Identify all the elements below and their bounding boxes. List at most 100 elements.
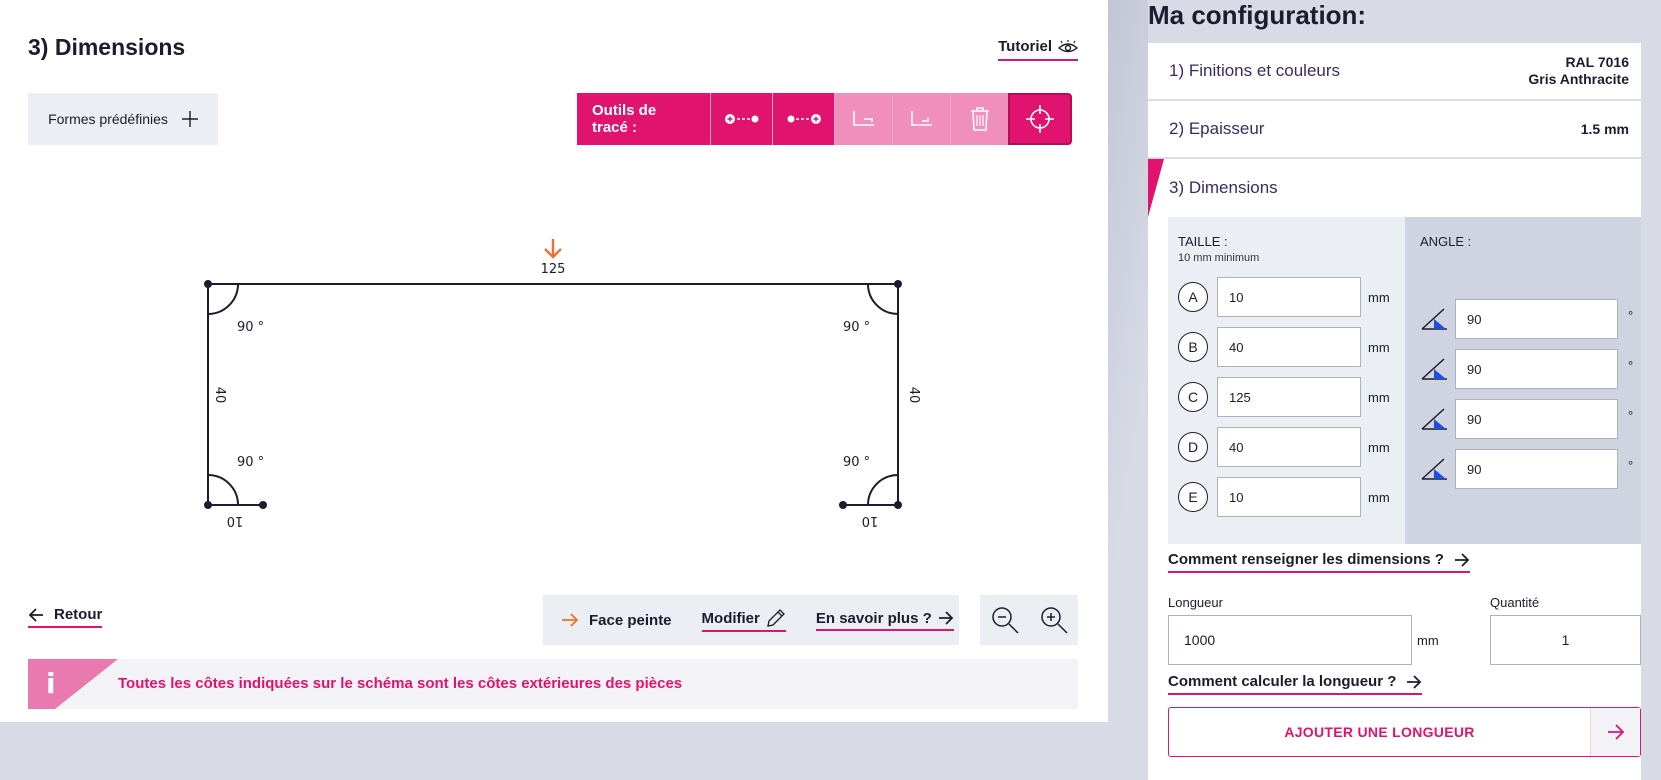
angle-arc-tl (207, 283, 239, 315)
drawing-panel: 3) Dimensions Tutoriel Formes prédéfinie… (0, 0, 1108, 722)
length-input[interactable]: 1000 (1168, 615, 1412, 665)
size-unit: mm (1368, 340, 1390, 355)
step-finishes[interactable]: 1) Finitions et couleurs RAL 7016 Gris A… (1148, 43, 1641, 100)
profile-point[interactable] (259, 501, 267, 509)
profile-line (207, 283, 899, 506)
size-input-b[interactable]: 40 (1217, 327, 1361, 367)
angle-header: ANGLE : (1420, 234, 1472, 249)
center-view-button[interactable] (1008, 93, 1072, 145)
angle-arc-br (867, 474, 899, 506)
angle-inner-icon (852, 111, 874, 126)
arrow-left-icon (28, 607, 43, 622)
configuration-panel: Ma configuration: 1) Finitions et couleu… (1148, 0, 1661, 780)
arrow-right-icon (938, 611, 954, 625)
size-input-a[interactable]: 10 (1217, 277, 1361, 317)
angle-input-3[interactable]: 90 (1455, 399, 1618, 439)
dim-label-right: 40 (906, 387, 921, 404)
angle-input-2[interactable]: 90 (1455, 349, 1618, 389)
active-step-marker (1148, 159, 1164, 217)
back-label: Retour (54, 606, 103, 623)
size-input-d[interactable]: 40 (1217, 427, 1361, 467)
zoom-in-icon[interactable] (1039, 605, 1069, 635)
size-unit: mm (1368, 440, 1390, 455)
predefined-shapes-button[interactable]: Formes prédéfinies (28, 93, 218, 145)
length-unit: mm (1417, 633, 1439, 648)
add-point-end-button[interactable] (772, 93, 834, 145)
color-name: Gris Anthracite (1528, 71, 1629, 87)
angle-icon (1421, 308, 1447, 330)
angle-outer-icon (910, 111, 932, 126)
profile-point[interactable] (204, 501, 212, 509)
step-thickness-label: 2) Epaisseur (1169, 119, 1265, 138)
angle-section: ANGLE : 90 ° 90 ° 90 ° 90 ° (1405, 217, 1641, 544)
how-dimensions-link[interactable]: Comment renseigner les dimensions ? (1168, 551, 1470, 573)
angle-icon (1421, 458, 1447, 480)
size-input-e[interactable]: 10 (1217, 477, 1361, 517)
arrow-right-orange-icon (562, 613, 579, 627)
size-section: TAILLE : 10 mm minimum A 10 mm B 40 mm C… (1168, 217, 1405, 544)
size-unit: mm (1368, 290, 1390, 305)
ral-code: RAL 7016 (1565, 54, 1629, 70)
step-thickness-value: 1.5 mm (1580, 120, 1629, 137)
size-minimum: 10 mm minimum (1178, 252, 1260, 264)
profile-point[interactable] (204, 280, 212, 288)
profile-point[interactable] (839, 501, 847, 509)
pencil-icon (767, 609, 785, 627)
configuration-title: Ma configuration: (1148, 0, 1367, 30)
add-point-end-icon (787, 114, 821, 124)
info-banner: i Toutes les côtes indiquées sur le sché… (28, 659, 1078, 709)
outer-angle-button[interactable] (892, 93, 950, 145)
profile-point[interactable] (894, 280, 902, 288)
modify-link[interactable]: Modifier (701, 608, 786, 632)
size-letter-a: A (1178, 282, 1208, 312)
profile-point[interactable] (894, 501, 902, 509)
zoom-controls (980, 595, 1078, 645)
tutorial-link[interactable]: Tutoriel (998, 38, 1078, 61)
size-unit: mm (1368, 390, 1390, 405)
add-length-button[interactable]: AJOUTER UNE LONGUEUR (1168, 707, 1641, 757)
toolbar-label: Outils de tracé : (577, 93, 710, 145)
arrow-right-pink-icon (1607, 724, 1624, 740)
inner-angle-button[interactable] (834, 93, 892, 145)
step-dimensions[interactable]: 3) Dimensions (1148, 159, 1641, 217)
size-input-c[interactable]: 125 (1217, 377, 1361, 417)
info-text: Toutes les côtes indiquées sur le schéma… (118, 675, 683, 692)
dim-label-bottom-left: 10 (227, 513, 244, 528)
step-thickness[interactable]: 2) Epaisseur 1.5 mm (1148, 101, 1641, 158)
size-unit: mm (1368, 490, 1390, 505)
delete-button[interactable] (950, 93, 1008, 145)
angle-unit: ° (1628, 308, 1634, 323)
angle-label-br: 90 ° (843, 455, 870, 470)
plus-icon (181, 111, 198, 127)
size-letter-d: D (1178, 432, 1208, 462)
angle-arc-bl (207, 474, 239, 506)
how-dimensions-label: Comment renseigner les dimensions ? (1168, 551, 1444, 568)
how-length-link[interactable]: Comment calculer la longueur ? (1168, 673, 1423, 695)
angle-unit: ° (1628, 458, 1634, 473)
drawing-toolbar: Outils de tracé : (577, 93, 1072, 145)
learn-more-link[interactable]: En savoir plus ? (815, 609, 954, 631)
dim-label-top: 125 (541, 262, 566, 277)
eye-icon (1058, 39, 1078, 52)
size-letter-c: C (1178, 382, 1208, 412)
quantity-input[interactable]: 1 (1490, 615, 1641, 665)
quantity-label: Quantité (1490, 595, 1540, 610)
angle-input-4[interactable]: 90 (1455, 449, 1618, 489)
back-link[interactable]: Retour (28, 606, 103, 628)
angle-input-1[interactable]: 90 (1455, 299, 1618, 339)
angle-unit: ° (1628, 408, 1634, 423)
angle-icon (1421, 358, 1447, 380)
dim-label-left: 40 (212, 387, 227, 404)
tutorial-label: Tutoriel (998, 38, 1052, 55)
face-painted-indicator: Face peinte (561, 612, 672, 629)
how-length-label: Comment calculer la longueur ? (1168, 673, 1397, 690)
crosshair-icon (1026, 105, 1054, 133)
action-bar: Face peinte Modifier En savoir plus ? (543, 595, 959, 645)
step-finishes-value: RAL 7016 Gris Anthracite (1528, 54, 1629, 88)
angle-label-tr: 90 ° (843, 320, 870, 335)
zoom-out-icon[interactable] (990, 605, 1020, 635)
add-point-start-button[interactable] (710, 93, 772, 145)
profile-drawing[interactable]: 125 90 ° 90 ° 90 ° 90 ° 40 40 10 10 (0, 220, 1108, 550)
learn-more-label: En savoir plus ? (815, 609, 932, 627)
predefined-shapes-label: Formes prédéfinies (48, 111, 168, 127)
